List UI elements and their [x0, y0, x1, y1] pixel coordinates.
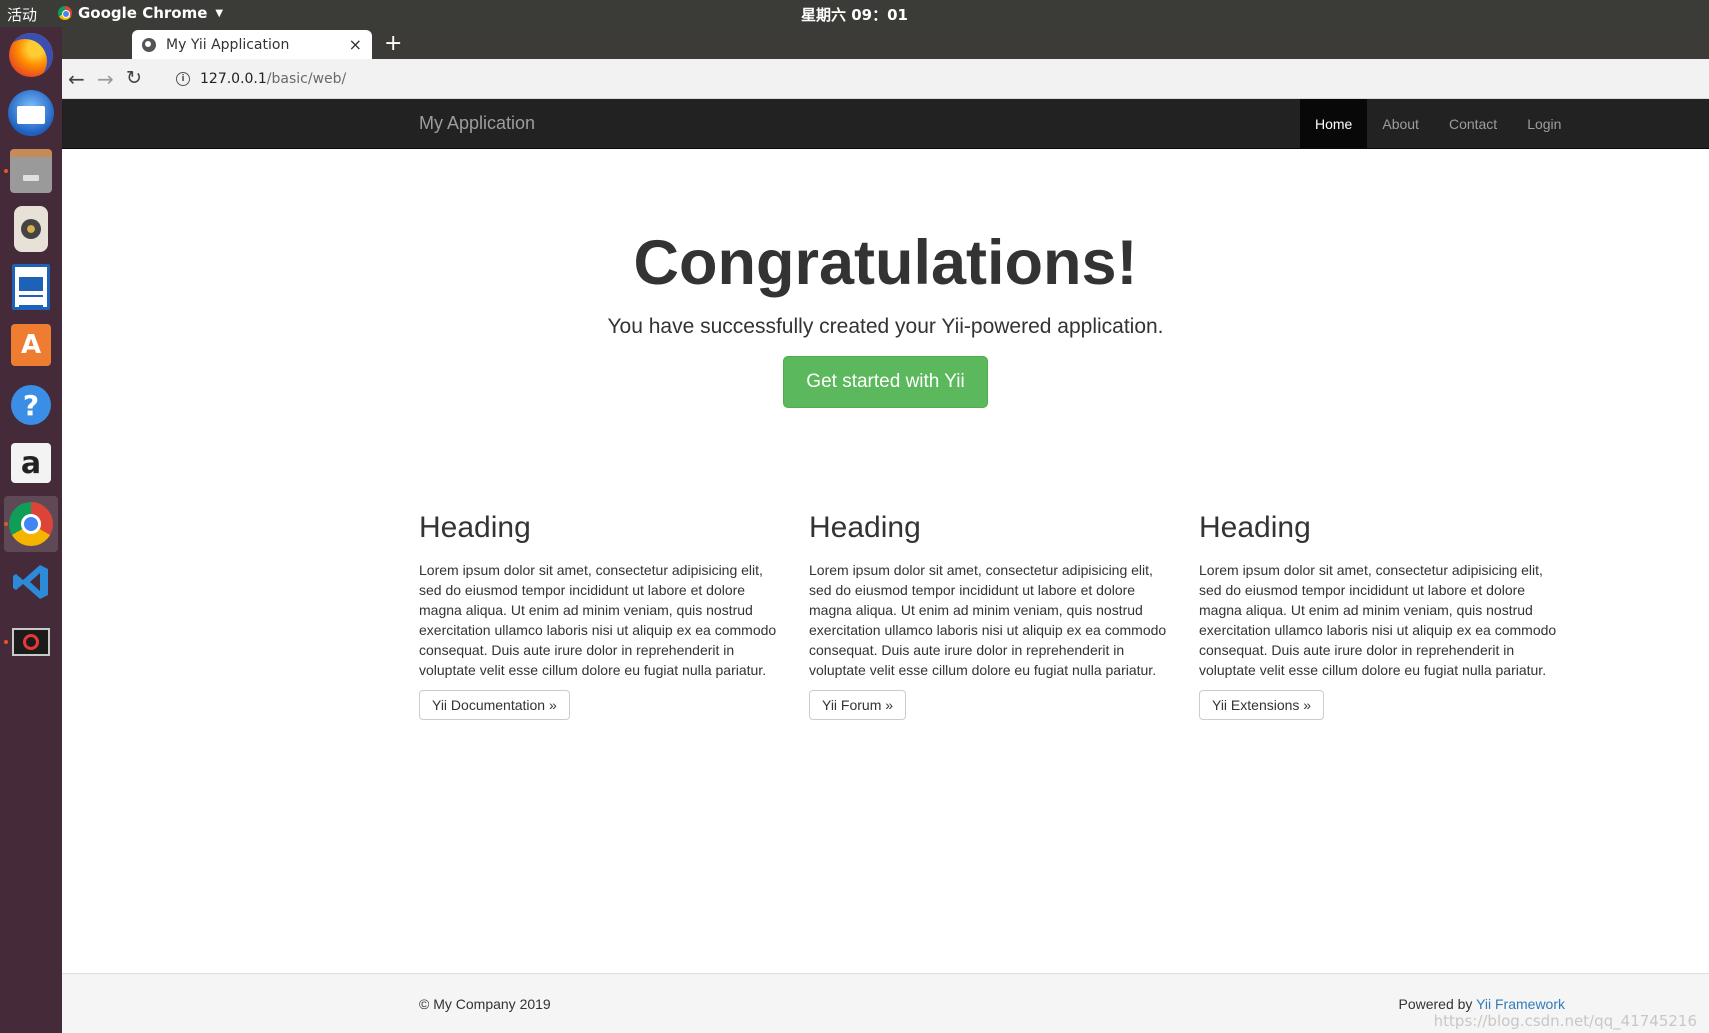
software-center-icon: A [11, 324, 51, 366]
dock-item-help[interactable]: ? [4, 377, 58, 433]
nav-link-home[interactable]: Home [1300, 99, 1368, 149]
yii-documentation-button[interactable]: Yii Documentation » [419, 690, 570, 720]
dock: A ? a [0, 27, 62, 1033]
vscode-icon [10, 561, 52, 603]
dock-item-rhythmbox[interactable] [4, 201, 58, 257]
running-indicator [4, 169, 8, 173]
column-documentation: Heading Lorem ipsum dolor sit amet, cons… [419, 511, 779, 720]
nav-link-login[interactable]: Login [1512, 99, 1576, 149]
dock-item-vscode[interactable] [4, 554, 58, 610]
chrome-icon [9, 502, 53, 546]
system-top-bar: 活动 Google Chrome ▼ 星期六 09：01 [0, 0, 1709, 27]
files-icon [10, 149, 52, 193]
jumbotron-lead: You have successfully created your Yii-p… [607, 315, 1164, 339]
dock-item-firefox[interactable] [4, 27, 58, 83]
nav-links: Home About Contact Login [1300, 99, 1576, 149]
dock-item-software[interactable]: A [4, 317, 58, 373]
nav-link-contact[interactable]: Contact [1434, 99, 1512, 149]
nav-link-about[interactable]: About [1367, 99, 1434, 149]
column-heading: Heading [419, 511, 531, 544]
dock-item-amazon[interactable]: a [4, 435, 58, 491]
dock-item-blocked-app[interactable] [4, 614, 58, 670]
column-text: Lorem ipsum dolor sit amet, consectetur … [419, 562, 777, 678]
tab-title: My Yii Application [166, 36, 290, 53]
jumbotron-title: Congratulations! [633, 228, 1138, 298]
tab-strip: My Yii Application × + [62, 27, 1709, 59]
help-icon: ? [11, 385, 51, 425]
column-text: Lorem ipsum dolor sit amet, consectetur … [809, 562, 1167, 678]
footer-copyright: © My Company 2019 [419, 996, 551, 1012]
thunderbird-icon [8, 90, 54, 136]
dock-item-files[interactable] [4, 143, 58, 199]
running-indicator [4, 640, 8, 644]
content-columns: Heading Lorem ipsum dolor sit amet, cons… [419, 511, 1559, 720]
yii-forum-button[interactable]: Yii Forum » [809, 690, 907, 720]
tab-my-yii-application[interactable]: My Yii Application × [132, 30, 372, 59]
watermark: https://blog.csdn.net/qq_41745216 [1433, 1012, 1697, 1030]
reload-icon[interactable]: ↻ [126, 67, 142, 89]
rhythmbox-icon [14, 206, 48, 252]
browser-toolbar: ← → ↻ i 127.0.0.1/basic/web/ [62, 59, 1709, 99]
dock-item-thunderbird[interactable] [4, 85, 58, 141]
footer-powered-by: Powered by Yii Framework [1398, 996, 1565, 1012]
clock[interactable]: 星期六 09：01 [0, 4, 1709, 25]
navbar: My Application Home About Contact Login [62, 99, 1709, 149]
dock-item-writer[interactable] [4, 259, 58, 315]
get-started-button[interactable]: Get started with Yii [783, 356, 988, 409]
column-heading: Heading [809, 511, 921, 544]
column-extensions: Heading Lorem ipsum dolor sit amet, cons… [1199, 511, 1559, 720]
powered-by-text: Powered by [1398, 996, 1477, 1012]
column-text: Lorem ipsum dolor sit amet, consectetur … [1199, 562, 1557, 678]
libreoffice-writer-icon [12, 264, 50, 310]
url-host: 127.0.0.1 [200, 71, 267, 87]
navbar-brand[interactable]: My Application [419, 113, 535, 134]
globe-icon [142, 37, 156, 52]
url-path: /basic/web/ [266, 71, 347, 87]
yii-framework-link[interactable]: Yii Framework [1476, 996, 1565, 1012]
firefox-icon [9, 33, 53, 77]
web-page: My Application Home About Contact Login … [62, 99, 1709, 1033]
column-forum: Heading Lorem ipsum dolor sit amet, cons… [809, 511, 1169, 720]
address-bar[interactable]: i 127.0.0.1/basic/web/ [176, 67, 346, 91]
jumbotron: Congratulations! You have successfully c… [62, 228, 1709, 409]
amazon-icon: a [11, 443, 51, 483]
blocked-app-icon [12, 628, 50, 656]
dock-item-chrome[interactable] [4, 496, 58, 552]
close-icon[interactable]: × [349, 35, 362, 54]
column-heading: Heading [1199, 511, 1311, 544]
running-indicator [4, 522, 8, 526]
new-tab-button[interactable]: + [384, 31, 402, 56]
info-icon[interactable]: i [176, 72, 190, 86]
back-arrow-icon[interactable]: ← [68, 67, 85, 91]
yii-extensions-button[interactable]: Yii Extensions » [1199, 690, 1325, 720]
forward-arrow-icon[interactable]: → [97, 67, 114, 91]
